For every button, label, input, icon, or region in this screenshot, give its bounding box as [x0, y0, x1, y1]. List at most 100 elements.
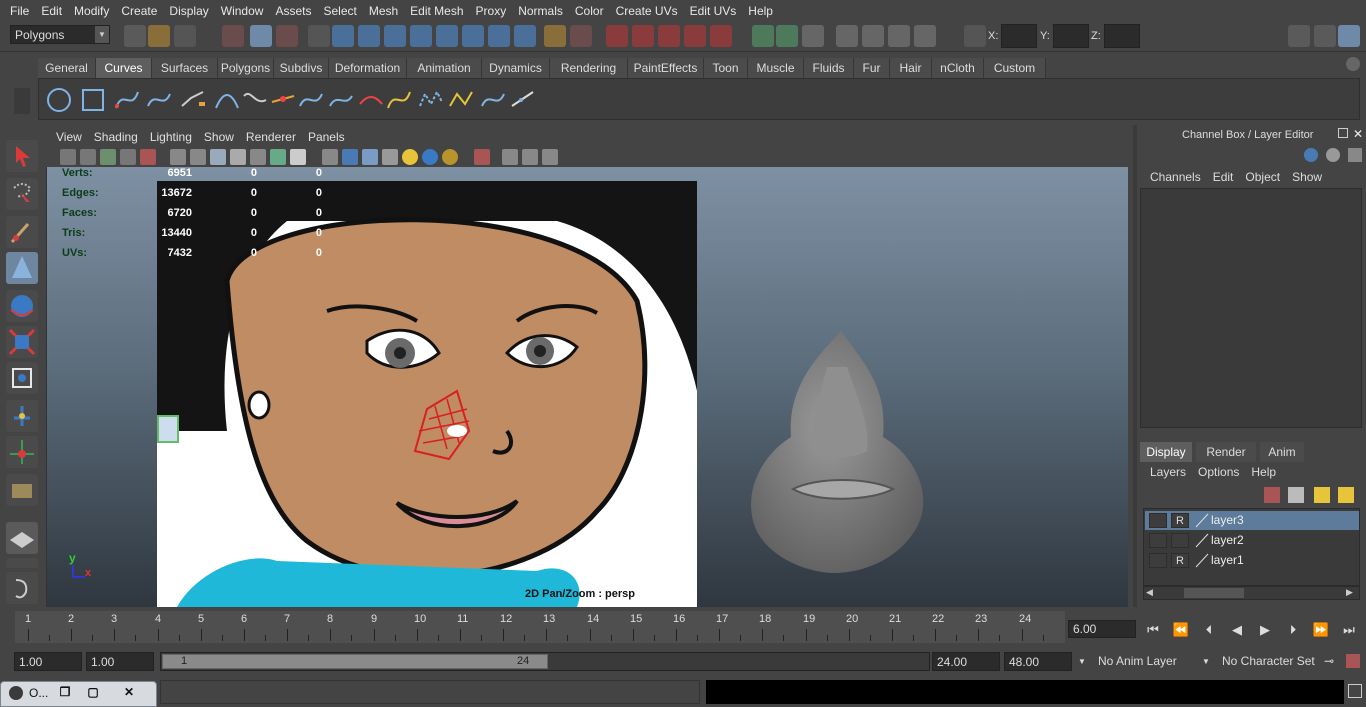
layer-menu-options[interactable]: Options — [1192, 465, 1245, 479]
shelf-tab-animation[interactable]: Animation — [407, 58, 482, 78]
layer-visibility-toggle[interactable] — [1149, 513, 1167, 528]
manipulator-icon[interactable] — [6, 436, 38, 468]
scroll-thumb[interactable] — [1184, 588, 1244, 598]
shelf-menu-icon[interactable] — [14, 88, 30, 114]
grid-icon[interactable] — [170, 149, 186, 165]
step-forward-key-icon[interactable]: ⏵ — [1284, 621, 1302, 639]
image-plane-icon[interactable] — [120, 149, 136, 165]
range-slider-handle[interactable]: 1 24 — [162, 654, 548, 669]
new-layer-icon[interactable] — [1314, 487, 1330, 503]
panel-menu-panels[interactable]: Panels — [302, 130, 351, 144]
open-scene-icon[interactable] — [148, 25, 170, 47]
menu-set-selector[interactable]: Polygons ▼ — [10, 25, 110, 44]
hud-icon[interactable] — [290, 149, 306, 165]
render-current-frame-icon[interactable] — [862, 25, 884, 47]
layer-row[interactable]: layer2 — [1145, 531, 1359, 550]
menu-select[interactable]: Select — [317, 0, 362, 22]
panel-menu-shading[interactable]: Shading — [88, 130, 144, 144]
select-dynamics-icon[interactable] — [462, 25, 484, 47]
layer-color-swatch[interactable] — [1193, 533, 1211, 548]
menu-modify[interactable]: Modify — [68, 0, 115, 22]
construction-history-icon[interactable] — [802, 25, 824, 47]
attribute-editor-icon[interactable] — [1288, 25, 1310, 47]
shelf-tab-rendering[interactable]: Rendering — [550, 58, 628, 78]
rotate-tool-icon[interactable] — [6, 326, 38, 358]
perspective-viewport[interactable]: Verts: 6951 0 0 Edges: 13672 0 0 Faces: 6720 0 0 Tri… — [46, 167, 1128, 607]
paint-select-icon[interactable] — [6, 216, 38, 248]
step-back-key-icon[interactable]: ⏴ — [1200, 621, 1218, 639]
lights-icon[interactable] — [402, 149, 418, 165]
textured-icon[interactable] — [270, 149, 286, 165]
move-layer-up-icon[interactable] — [1264, 487, 1280, 503]
panel-menu-renderer[interactable]: Renderer — [240, 130, 302, 144]
minimized-window[interactable]: O... ❐ ▢ ✕ — [0, 681, 157, 707]
x-field[interactable] — [1001, 24, 1037, 48]
menu-edit-uvs[interactable]: Edit UVs — [684, 0, 743, 22]
shelf-tab-curves[interactable]: Curves — [96, 58, 152, 78]
shadows-icon[interactable] — [422, 149, 438, 165]
shelf-tab-hair[interactable]: Hair — [890, 58, 932, 78]
chevron-down-icon[interactable]: ▼ — [1202, 652, 1210, 671]
attach-curves-icon[interactable] — [241, 86, 269, 114]
menu-proxy[interactable]: Proxy — [470, 0, 513, 22]
shelf-tab-custom[interactable]: Custom — [984, 58, 1046, 78]
panel-menu-show[interactable]: Show — [198, 130, 240, 144]
menu-normals[interactable]: Normals — [512, 0, 569, 22]
layer-color-swatch[interactable] — [1193, 553, 1211, 568]
lasso-tool-icon[interactable] — [6, 178, 38, 210]
menu-file[interactable]: File — [4, 0, 35, 22]
restore-icon[interactable]: ❐ — [53, 684, 77, 700]
layer-row[interactable]: Rlayer1 — [1145, 551, 1359, 570]
output-ops-icon[interactable] — [776, 25, 798, 47]
pencil-curve-icon[interactable] — [179, 86, 207, 114]
nose-mouth-mesh[interactable] — [747, 327, 927, 577]
circle-icon[interactable] — [45, 86, 73, 114]
cv-curve-icon[interactable] — [113, 86, 141, 114]
menu-assets[interactable]: Assets — [269, 0, 317, 22]
rebuild-curve-icon[interactable] — [385, 86, 413, 114]
default-material-icon[interactable] — [230, 149, 246, 165]
select-camera-icon[interactable] — [60, 149, 76, 165]
key-icon[interactable]: ⊸ — [1324, 652, 1334, 671]
channel-menu-edit[interactable]: Edit — [1207, 170, 1240, 184]
close-icon[interactable]: ✕ — [1353, 127, 1363, 141]
menu-mesh[interactable]: Mesh — [363, 0, 404, 22]
select-surfaces-icon[interactable] — [410, 25, 432, 47]
single-pane-layout-icon[interactable] — [6, 522, 38, 554]
select-rendering-icon[interactable] — [488, 25, 510, 47]
layer-menu-help[interactable]: Help — [1245, 465, 1282, 479]
channel-box-area[interactable] — [1140, 188, 1362, 428]
float-panel-icon[interactable] — [1338, 128, 1348, 138]
menu-edit[interactable]: Edit — [35, 0, 68, 22]
new-layer-from-selection-icon[interactable] — [1338, 487, 1354, 503]
channel-box-icon[interactable] — [1304, 148, 1318, 162]
shelf-tab-fur[interactable]: Fur — [854, 58, 890, 78]
z-field[interactable] — [1104, 24, 1140, 48]
square-icon[interactable] — [79, 86, 107, 114]
select-hierarchy-icon[interactable] — [222, 25, 244, 47]
select-object-icon[interactable] — [250, 25, 272, 47]
shelf-tab-polygons[interactable]: Polygons — [218, 58, 274, 78]
layer-list-scrollbar[interactable]: ◀ ▶ — [1143, 586, 1360, 600]
isolate-select-icon[interactable] — [322, 149, 338, 165]
command-line-input[interactable] — [160, 680, 700, 704]
shelf-tab-fluids[interactable]: Fluids — [804, 58, 854, 78]
layer-type-toggle[interactable]: R — [1171, 553, 1189, 568]
go-to-end-icon[interactable]: ⏭ — [1340, 621, 1358, 639]
channel-menu-show[interactable]: Show — [1286, 170, 1328, 184]
playback-end-field[interactable]: 24.00 — [932, 652, 1000, 671]
camera-attributes-icon[interactable] — [80, 149, 96, 165]
scroll-right-icon[interactable]: ▶ — [1346, 587, 1353, 598]
layer-visibility-toggle[interactable] — [1149, 553, 1167, 568]
scale-tool-icon[interactable] — [6, 362, 38, 394]
outliner-icon[interactable] — [6, 572, 38, 604]
soft-mod-icon[interactable] — [6, 400, 38, 432]
save-scene-icon[interactable] — [174, 25, 196, 47]
shelf-tab-painteffects[interactable]: PaintEffects — [628, 58, 704, 78]
move-sphere-icon[interactable] — [6, 290, 38, 322]
bezier-curve-icon[interactable] — [509, 86, 537, 114]
snap-curve-icon[interactable] — [632, 25, 654, 47]
channel-box-icon[interactable] — [1338, 25, 1360, 47]
panel-menu-lighting[interactable]: Lighting — [144, 130, 198, 144]
new-scene-icon[interactable] — [124, 25, 146, 47]
